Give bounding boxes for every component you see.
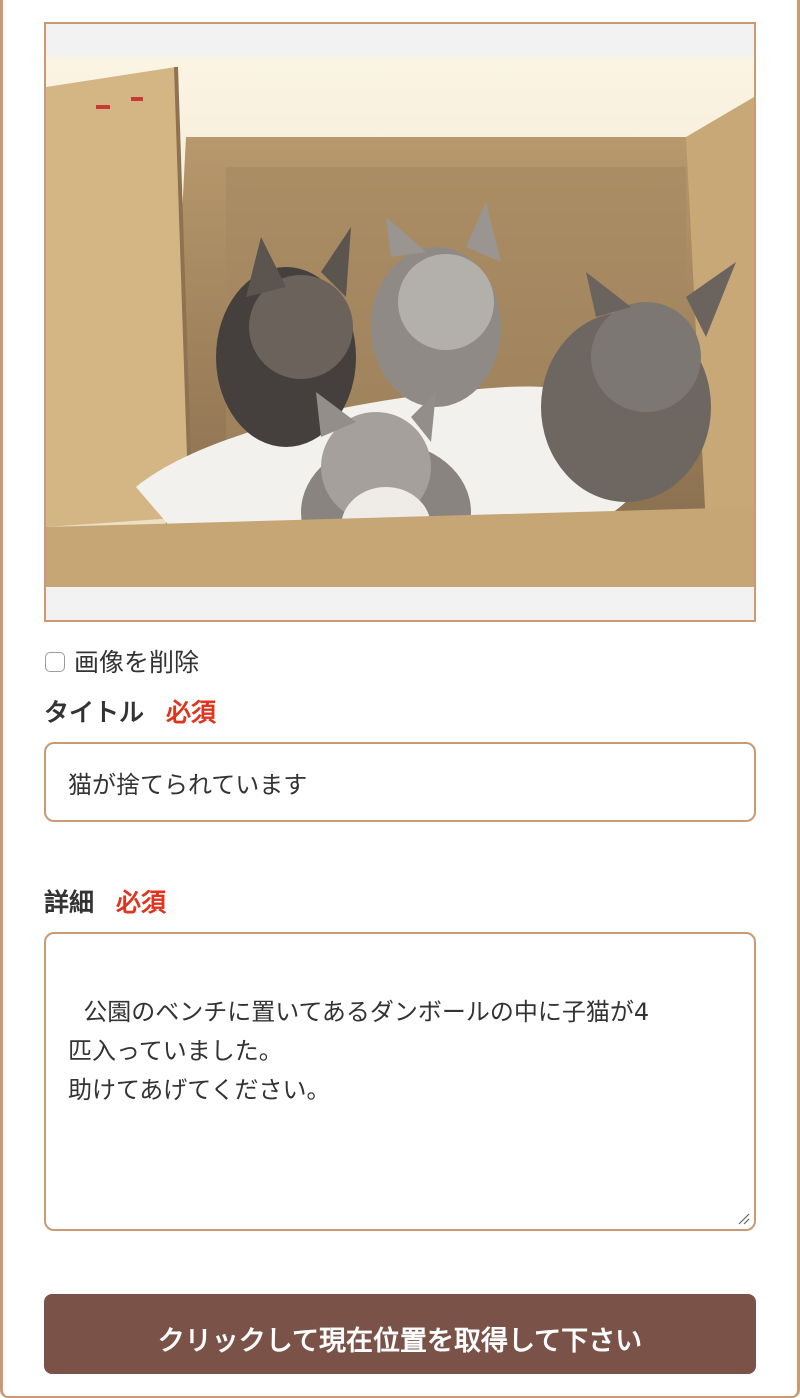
title-label-text: タイトル [44, 698, 145, 727]
title-input[interactable]: 猫が捨てられています [44, 742, 756, 822]
uploaded-image-preview [44, 22, 756, 622]
resize-handle-icon[interactable] [736, 1211, 750, 1225]
detail-label-text: 詳細 [44, 888, 95, 917]
detail-textarea-value: 公園のベンチに置いてあるダンボールの中に子猫が4 匹入っていました。 助けてあげ… [68, 998, 650, 1104]
detail-textarea[interactable]: 公園のベンチに置いてあるダンボールの中に子猫が4 匹入っていました。 助けてあげ… [44, 932, 756, 1231]
detail-field-label: 詳細 必須 [44, 884, 166, 918]
title-field-label: タイトル 必須 [44, 694, 216, 728]
delete-image-checkbox[interactable] [45, 652, 65, 672]
kittens-in-box-photo [46, 57, 754, 587]
delete-image-row[interactable]: 画像を削除 [44, 644, 199, 678]
get-location-button[interactable]: クリックして現在位置を取得して下さい [44, 1294, 756, 1374]
delete-image-label: 画像を削除 [74, 648, 200, 677]
detail-required-badge: 必須 [116, 888, 167, 917]
title-required-badge: 必須 [166, 698, 217, 727]
title-input-value: 猫が捨てられています [68, 770, 308, 799]
